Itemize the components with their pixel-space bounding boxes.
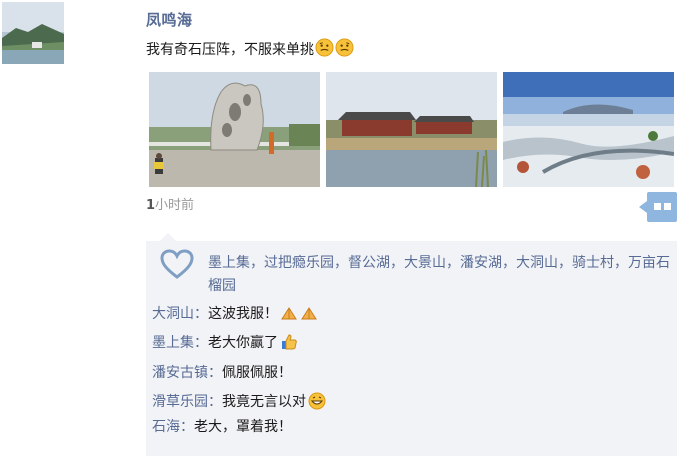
comment-text: 佩服佩服！ bbox=[222, 365, 292, 381]
comment-item[interactable]: 墨上集：老大你赢了 bbox=[152, 332, 298, 355]
comment-separator: ： bbox=[180, 419, 194, 435]
comment-separator: ： bbox=[208, 365, 222, 381]
comment-item[interactable]: 滑草乐园：我竟无言以对 bbox=[152, 391, 326, 414]
photo-lakeside-house[interactable] bbox=[326, 72, 497, 187]
avatar[interactable] bbox=[2, 2, 64, 64]
thinking-face-icon bbox=[315, 38, 334, 61]
comment-separator: ： bbox=[208, 394, 222, 410]
comments-panel: 墨上集，过把瘾乐园，督公湖，大景山，潘安湖，大洞山，骑士村，万亩石榴园 大洞山：… bbox=[146, 233, 677, 456]
fist-salute-icon bbox=[280, 304, 298, 326]
post-time-number: 1 bbox=[146, 198, 156, 213]
thinking-face-icon bbox=[335, 38, 354, 61]
comment-author[interactable]: 墨上集 bbox=[152, 335, 194, 351]
comment-text: 老大你赢了 bbox=[208, 335, 278, 351]
post-text-content: 我有奇石压阵，不服来单挑 bbox=[146, 42, 314, 58]
heart-icon bbox=[160, 249, 194, 281]
post-time: 1小时前 bbox=[146, 194, 194, 213]
comment-separator: ： bbox=[194, 335, 208, 351]
photo-rock-sculpture[interactable] bbox=[149, 72, 320, 187]
post-text: 我有奇石压阵，不服来单挑 bbox=[146, 38, 354, 61]
like-names-list[interactable]: 墨上集，过把瘾乐园，督公湖，大景山，潘安湖，大洞山，骑士村，万亩石榴园 bbox=[208, 252, 670, 298]
comment-author[interactable]: 石海 bbox=[152, 419, 180, 435]
post-author-name[interactable]: 凤鸣海 bbox=[146, 9, 193, 30]
thumbs-up-icon bbox=[280, 333, 298, 355]
comment-text: 这波我服！ bbox=[208, 306, 278, 322]
post-time-suffix: 小时前 bbox=[155, 198, 195, 213]
comment-item[interactable]: 大洞山：这波我服！ bbox=[152, 303, 318, 326]
comment-author[interactable]: 大洞山 bbox=[152, 306, 194, 322]
comment-author[interactable]: 潘安古镇 bbox=[152, 365, 208, 381]
fist-salute-icon bbox=[300, 304, 318, 326]
comment-separator: ： bbox=[194, 306, 208, 322]
comment-item[interactable]: 潘安古镇：佩服佩服！ bbox=[152, 362, 292, 382]
comment-text: 老大，罩着我！ bbox=[194, 419, 292, 435]
comment-item[interactable]: 石海：老大，罩着我！ bbox=[152, 416, 292, 436]
comment-author[interactable]: 滑草乐园 bbox=[152, 394, 208, 410]
comment-text: 我竟无言以对 bbox=[222, 394, 306, 410]
photo-snowy-lake[interactable] bbox=[503, 72, 674, 187]
grin-face-icon bbox=[308, 392, 326, 414]
more-actions-button[interactable] bbox=[637, 190, 677, 224]
